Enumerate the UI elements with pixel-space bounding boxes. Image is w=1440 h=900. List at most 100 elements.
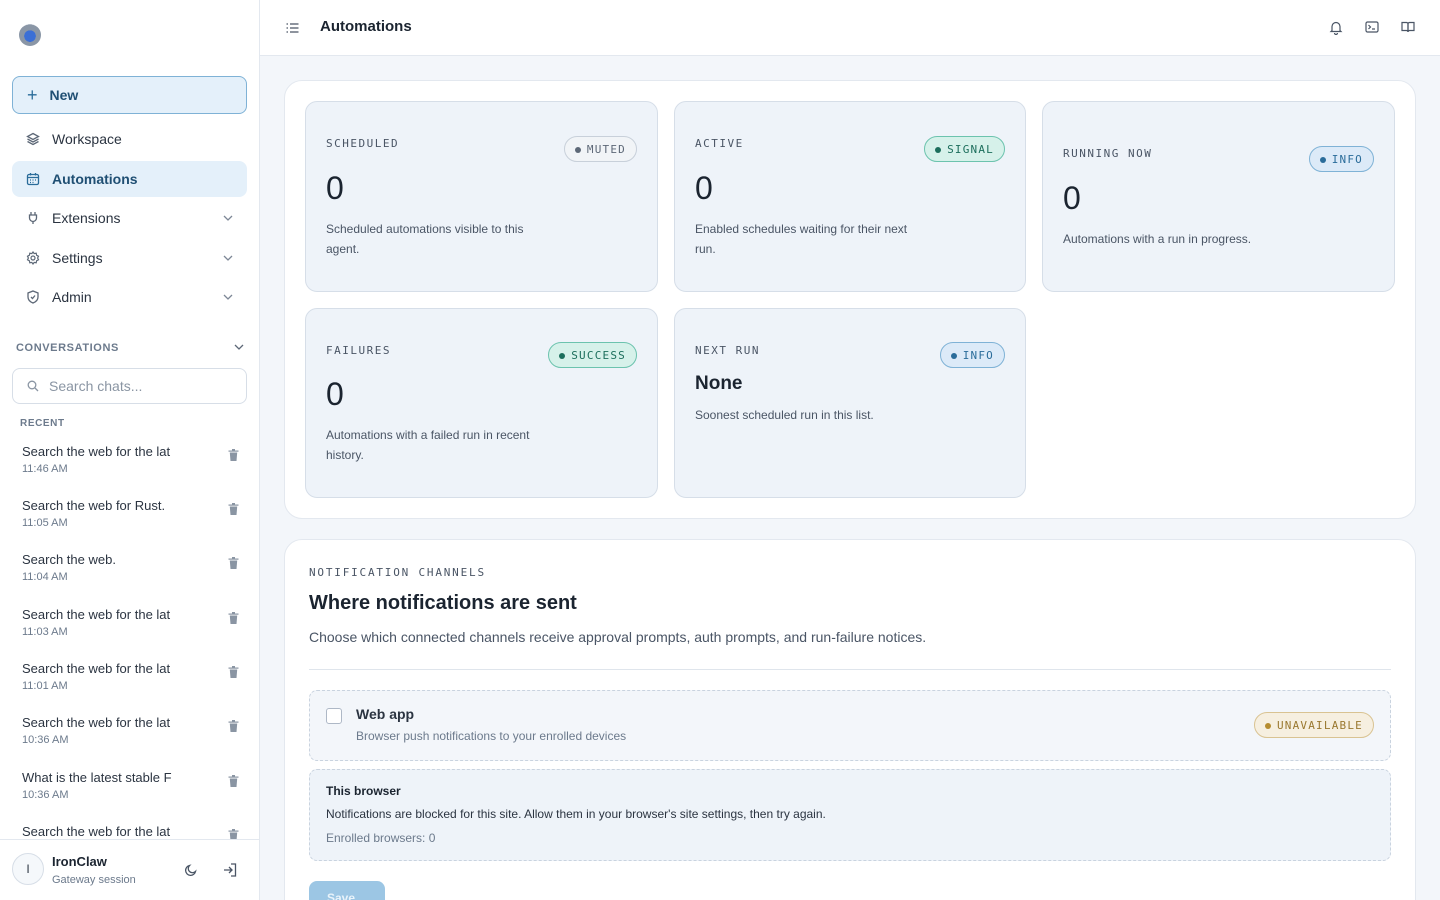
- bell-icon[interactable]: [1329, 20, 1343, 40]
- status-badge: SIGNAL: [924, 136, 1005, 162]
- status-badge: INFO: [939, 342, 1005, 368]
- channel-checkbox[interactable]: [326, 708, 342, 724]
- chat-title: Search the web for the lat: [22, 661, 171, 676]
- stat-description: Soonest scheduled run in this list.: [695, 408, 874, 422]
- trash-icon[interactable]: [228, 774, 239, 792]
- browser-message: Notifications are blocked for this site.…: [326, 807, 826, 821]
- top-bar: Automations: [260, 0, 1440, 56]
- status-dot: [935, 147, 942, 153]
- trash-icon[interactable]: [228, 719, 239, 737]
- recent-label: RECENT: [20, 418, 65, 429]
- stat-value: 0: [1063, 180, 1081, 216]
- chat-list-item[interactable]: Search the web. 11:04 AM: [22, 552, 247, 592]
- badge-label: INFO: [962, 348, 994, 362]
- stat-card-scheduled: SCHEDULED MUTED 0 Scheduled automations …: [305, 101, 658, 292]
- plus-icon: +: [27, 84, 38, 105]
- chat-title: Search the web for the lat: [22, 715, 171, 730]
- section-title: Where notifications are sent: [309, 592, 577, 614]
- stat-card-next-run: NEXT RUN INFO None Soonest scheduled run…: [674, 308, 1026, 498]
- search-icon: [27, 380, 39, 392]
- status-dot: [1264, 723, 1271, 729]
- terminal-icon[interactable]: [1365, 20, 1379, 39]
- stat-value: 0: [326, 376, 344, 412]
- trash-icon[interactable]: [228, 665, 239, 683]
- chat-time: 11:01 AM: [22, 680, 68, 692]
- channel-description: Browser push notifications to your enrol…: [356, 729, 627, 743]
- logout-icon[interactable]: [222, 862, 238, 883]
- search-chats-input[interactable]: Search chats...: [12, 368, 247, 404]
- section-description: Choose which connected channels receive …: [309, 629, 927, 645]
- chevron-down-icon: [223, 213, 233, 224]
- stats-panel: SCHEDULED MUTED 0 Scheduled automations …: [284, 80, 1416, 519]
- chat-time: 10:36 AM: [22, 789, 69, 801]
- sidebar-item-label: Workspace: [52, 131, 122, 147]
- badge-label: SUCCESS: [571, 348, 626, 362]
- chat-time: 10:36 AM: [22, 734, 69, 746]
- chevron-down-icon: [223, 253, 233, 264]
- sidebar-item-automations[interactable]: Automations: [12, 161, 247, 197]
- chat-time: 11:03 AM: [22, 626, 68, 638]
- stat-label: RUNNING NOW: [1063, 147, 1153, 160]
- chat-time: 11:04 AM: [22, 571, 68, 583]
- status-badge: UNAVAILABLE: [1253, 712, 1374, 738]
- chat-list-item[interactable]: Search the web for the lat 11:03 AM: [22, 607, 247, 647]
- sidebar-item-label: Extensions: [52, 210, 121, 226]
- chat-list-item[interactable]: Search the web for the lat 11:01 AM: [22, 661, 247, 701]
- stat-description: Automations with a run in progress.: [1063, 232, 1252, 246]
- chat-list-item[interactable]: Search the web for the lat 10:36 AM: [22, 715, 247, 755]
- channel-name: Web app: [356, 706, 415, 722]
- chat-title: Search the web for the lat: [22, 824, 171, 839]
- enrolled-browsers: Enrolled browsers: 0: [326, 831, 436, 845]
- stat-value: 0: [695, 170, 713, 206]
- sidebar-item-label: Settings: [52, 250, 103, 266]
- sidebar-item-extensions[interactable]: Extensions: [12, 200, 247, 236]
- conversations-header[interactable]: CONVERSATIONS: [16, 342, 244, 354]
- search-placeholder: Search chats...: [49, 378, 143, 394]
- status-badge: MUTED: [563, 136, 637, 162]
- divider: [309, 669, 1391, 670]
- chat-time: 11:05 AM: [22, 517, 68, 529]
- stat-description: Scheduled automations visible to this ag…: [326, 222, 524, 256]
- sidebar-item-settings[interactable]: Settings: [12, 240, 247, 276]
- new-button[interactable]: + New: [12, 76, 247, 114]
- badge-label: MUTED: [586, 142, 626, 156]
- stat-card-active: ACTIVE SIGNAL 0 Enabled schedules waitin…: [674, 101, 1026, 292]
- save-button-label: Save: [327, 891, 356, 900]
- avatar[interactable]: I: [12, 853, 44, 885]
- trash-icon[interactable]: [228, 556, 239, 574]
- badge-label: SIGNAL: [947, 142, 994, 156]
- moon-icon[interactable]: [184, 863, 198, 882]
- chat-list-item[interactable]: What is the latest stable F 10:36 AM: [22, 770, 247, 810]
- menu-icon[interactable]: [286, 21, 299, 39]
- chat-title: Search the web for Rust.: [22, 498, 166, 513]
- badge-label: UNAVAILABLE: [1276, 718, 1363, 732]
- trash-icon[interactable]: [228, 611, 239, 629]
- notification-channels-panel: NOTIFICATION CHANNELS Where notification…: [284, 539, 1416, 900]
- stat-label: FAILURES: [326, 344, 391, 357]
- chat-time: 11:46 AM: [22, 463, 68, 475]
- chat-list-item[interactable]: Search the web for Rust. 11:05 AM: [22, 498, 247, 538]
- plug-icon: [26, 211, 40, 225]
- chevron-down-icon[interactable]: [234, 341, 244, 353]
- chat-title: What is the latest stable F: [22, 770, 172, 785]
- badge-label: INFO: [1331, 152, 1363, 166]
- sidebar-item-workspace[interactable]: Workspace: [12, 121, 247, 157]
- trash-icon[interactable]: [228, 448, 239, 466]
- chat-list-item[interactable]: Search the web for the lat 11:46 AM: [22, 444, 247, 484]
- sidebar-item-admin[interactable]: Admin: [12, 279, 247, 315]
- save-button[interactable]: Save: [309, 881, 385, 900]
- trash-icon[interactable]: [228, 502, 239, 520]
- stat-label: ACTIVE: [695, 137, 744, 150]
- app-logo[interactable]: [19, 24, 41, 46]
- user-subtitle: Gateway session: [52, 874, 136, 886]
- book-icon[interactable]: [1401, 20, 1415, 39]
- stat-label: SCHEDULED: [326, 137, 400, 150]
- chat-title: Search the web.: [22, 552, 116, 567]
- calendar-icon: [26, 172, 40, 186]
- stat-description: Enabled schedules waiting for their next…: [695, 222, 908, 256]
- sidebar: + New Workspace Automations Extensions S…: [0, 0, 260, 900]
- layers-icon: [26, 132, 40, 146]
- chevron-down-icon: [223, 292, 233, 303]
- status-dot: [1319, 157, 1326, 163]
- section-eyebrow: NOTIFICATION CHANNELS: [309, 566, 486, 579]
